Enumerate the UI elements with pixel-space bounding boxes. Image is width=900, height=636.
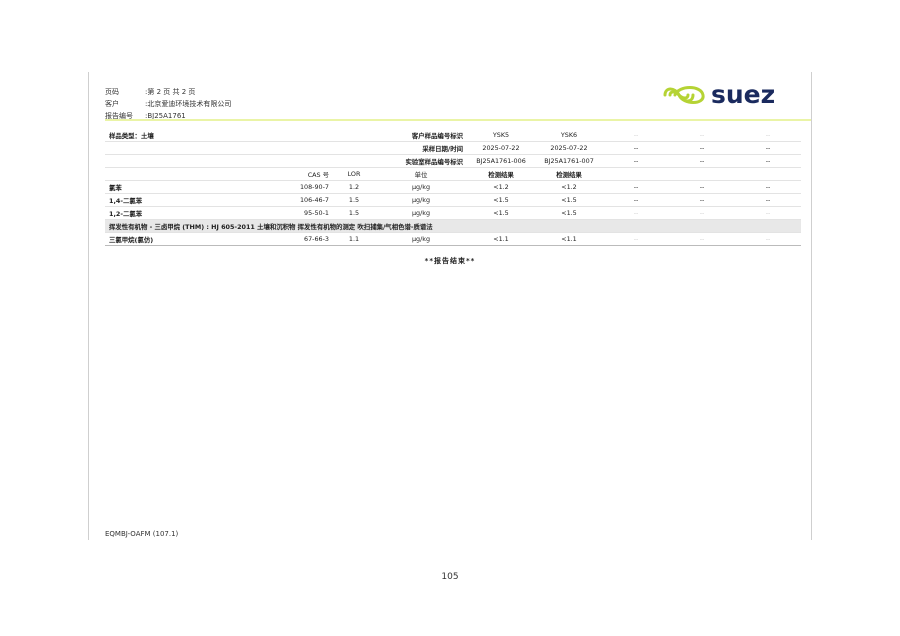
empty-value: -- — [669, 232, 735, 246]
page-label: 页码 — [105, 88, 119, 96]
analyte-name: 三氯甲烷(氯仿) — [105, 232, 255, 246]
empty-value: -- — [735, 180, 801, 194]
meta-value: 2025-07-22 — [467, 141, 535, 155]
empty-value: -- — [603, 180, 669, 194]
empty-value: -- — [735, 193, 801, 207]
lor-value: 1.2 — [333, 180, 375, 194]
unit-value: μg/kg — [375, 206, 467, 220]
section-title: 挥发性有机物 - 三卤甲烷 (THM) : HJ 605-2011 土壤和沉积物… — [105, 219, 801, 233]
empty-value: -- — [669, 193, 735, 207]
col-result: 检测结果 — [535, 167, 603, 181]
page-number: 105 — [441, 572, 459, 582]
meta-value: BJ25A1761-007 — [535, 154, 603, 168]
meta-value: -- — [603, 154, 669, 168]
empty-value: -- — [735, 232, 801, 246]
meta-label: 客户样品编号标识 — [255, 129, 467, 142]
analyte-name: 1,4-二氯苯 — [105, 193, 255, 207]
result-value: <1.1 — [467, 232, 535, 246]
result-value: <1.5 — [535, 206, 603, 220]
unit-value: μg/kg — [375, 193, 467, 207]
result-value: <1.2 — [535, 180, 603, 194]
cas-number: 67-66-3 — [255, 232, 333, 246]
empty-value: -- — [603, 232, 669, 246]
meta-row-sampling-date: 采样日期/时间 2025-07-22 2025-07-22 -- -- -- — [105, 141, 801, 155]
report-page: 页码:第 2 页 共 2 页 客户:北京爱迪环境技术有限公司 报告编号:BJ25… — [88, 72, 812, 540]
col-unit: 单位 — [375, 167, 467, 181]
meta-value: -- — [669, 129, 735, 142]
meta-value: -- — [603, 141, 669, 155]
meta-value: -- — [735, 129, 801, 142]
col-cas: CAS 号 — [255, 167, 333, 181]
suez-wordmark: suez — [711, 80, 776, 109]
meta-value: -- — [669, 154, 735, 168]
section-header-row: 挥发性有机物 - 三卤甲烷 (THM) : HJ 605-2011 土壤和沉积物… — [105, 219, 801, 233]
lor-value: 1.1 — [333, 232, 375, 246]
table-row: 氯苯 108-90-7 1.2 μg/kg <1.2 <1.2 -- -- -- — [105, 180, 801, 194]
col-result: 检测结果 — [467, 167, 535, 181]
meta-value: BJ25A1761-006 — [467, 154, 535, 168]
meta-value: -- — [603, 129, 669, 142]
result-value: <1.5 — [535, 193, 603, 207]
meta-value: -- — [735, 141, 801, 155]
page-value: :第 2 页 共 2 页 — [145, 88, 196, 96]
empty-value: -- — [603, 206, 669, 220]
table-row: 三氯甲烷(氯仿) 67-66-3 1.1 μg/kg <1.1 <1.1 -- … — [105, 232, 801, 246]
sample-type: 样品类型：土壤 — [105, 129, 255, 142]
empty-value: -- — [603, 193, 669, 207]
col-lor: LOR — [333, 167, 375, 181]
meta-label: 采样日期/时间 — [255, 141, 467, 155]
report-header: 页码:第 2 页 共 2 页 客户:北京爱迪环境技术有限公司 报告编号:BJ25… — [105, 86, 231, 122]
client-label: 客户 — [105, 100, 119, 108]
meta-value: 2025-07-22 — [535, 141, 603, 155]
cas-number: 95-50-1 — [255, 206, 333, 220]
meta-label: 实验室样品编号标识 — [255, 154, 467, 168]
form-code: EQMBJ-OAFM (107.1) — [105, 530, 179, 538]
empty-value: -- — [735, 206, 801, 220]
meta-left — [105, 154, 255, 168]
column-header-row: CAS 号 LOR 单位 检测结果 检测结果 — [105, 167, 801, 181]
result-value: <1.1 — [535, 232, 603, 246]
result-value: <1.2 — [467, 180, 535, 194]
unit-value: μg/kg — [375, 180, 467, 194]
empty-value: -- — [669, 180, 735, 194]
result-value: <1.5 — [467, 206, 535, 220]
results-table: 样品类型：土壤 客户样品编号标识 YSK5 YSK6 -- -- -- 采样日期… — [105, 129, 801, 246]
suez-swirl-logo-icon — [663, 85, 705, 104]
result-value: <1.5 — [467, 193, 535, 207]
cas-number: 106-46-7 — [255, 193, 333, 207]
meta-value: YSK5 — [467, 129, 535, 142]
meta-value: YSK6 — [535, 129, 603, 142]
meta-value: -- — [669, 141, 735, 155]
lor-value: 1.5 — [333, 206, 375, 220]
client-value: :北京爱迪环境技术有限公司 — [145, 100, 232, 108]
empty-value: -- — [669, 206, 735, 220]
table-row: 1,2-二氯苯 95-50-1 1.5 μg/kg <1.5 <1.5 -- -… — [105, 206, 801, 220]
header-accent-line — [105, 119, 811, 121]
meta-value: -- — [735, 154, 801, 168]
meta-row-lab-id: 实验室样品编号标识 BJ25A1761-006 BJ25A1761-007 --… — [105, 154, 801, 168]
meta-row-sample-id: 样品类型：土壤 客户样品编号标识 YSK5 YSK6 -- -- -- — [105, 129, 801, 142]
report-end-marker: **报告结束** — [424, 257, 476, 265]
lor-value: 1.5 — [333, 193, 375, 207]
table-row: 1,4-二氯苯 106-46-7 1.5 μg/kg <1.5 <1.5 -- … — [105, 193, 801, 207]
analyte-name: 1,2-二氯苯 — [105, 206, 255, 220]
unit-value: μg/kg — [375, 232, 467, 246]
cas-number: 108-90-7 — [255, 180, 333, 194]
suez-logo: suez — [661, 80, 775, 109]
meta-left — [105, 141, 255, 155]
analyte-name: 氯苯 — [105, 180, 255, 194]
